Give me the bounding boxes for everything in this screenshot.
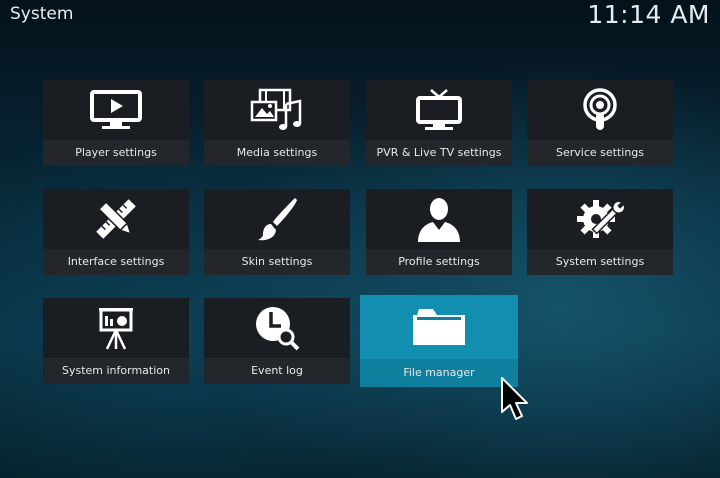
podcast-icon <box>527 80 673 140</box>
tile-skin-settings[interactable]: Skin settings <box>204 189 350 275</box>
tile-label: Player settings <box>43 140 189 166</box>
monitor-play-icon <box>43 80 189 140</box>
tv-icon <box>366 80 512 140</box>
user-icon <box>366 189 512 249</box>
tile-label: File manager <box>360 359 518 387</box>
tile-system-information[interactable]: System information <box>43 298 189 384</box>
tile-label: Service settings <box>527 140 673 166</box>
media-icon <box>204 80 350 140</box>
tile-service-settings[interactable]: Service settings <box>527 80 673 166</box>
gear-wrench-icon <box>527 189 673 249</box>
clock-search-icon <box>204 298 350 358</box>
tile-label: Media settings <box>204 140 350 166</box>
tile-label: PVR & Live TV settings <box>366 140 512 166</box>
tile-label: Profile settings <box>366 249 512 275</box>
pencil-ruler-icon <box>43 189 189 249</box>
tile-profile-settings[interactable]: Profile settings <box>366 189 512 275</box>
tile-system-settings[interactable]: System settings <box>527 189 673 275</box>
tile-label: System settings <box>527 249 673 275</box>
tile-label: Skin settings <box>204 249 350 275</box>
tile-event-log[interactable]: Event log <box>204 298 350 384</box>
window-title: System <box>10 4 74 24</box>
tile-label: Interface settings <box>43 249 189 275</box>
tile-player-settings[interactable]: Player settings <box>43 80 189 166</box>
tile-label: Event log <box>204 358 350 384</box>
paintbrush-icon <box>204 189 350 249</box>
tile-interface-settings[interactable]: Interface settings <box>43 189 189 275</box>
presentation-icon <box>43 298 189 358</box>
tile-pvr-live-tv-settings[interactable]: PVR & Live TV settings <box>366 80 512 166</box>
tile-file-manager[interactable]: File manager <box>360 295 518 387</box>
tile-media-settings[interactable]: Media settings <box>204 80 350 166</box>
tile-label: System information <box>43 358 189 384</box>
mouse-pointer-icon <box>500 376 530 422</box>
folder-icon <box>360 295 518 359</box>
clock: 11:14 AM <box>587 0 710 29</box>
